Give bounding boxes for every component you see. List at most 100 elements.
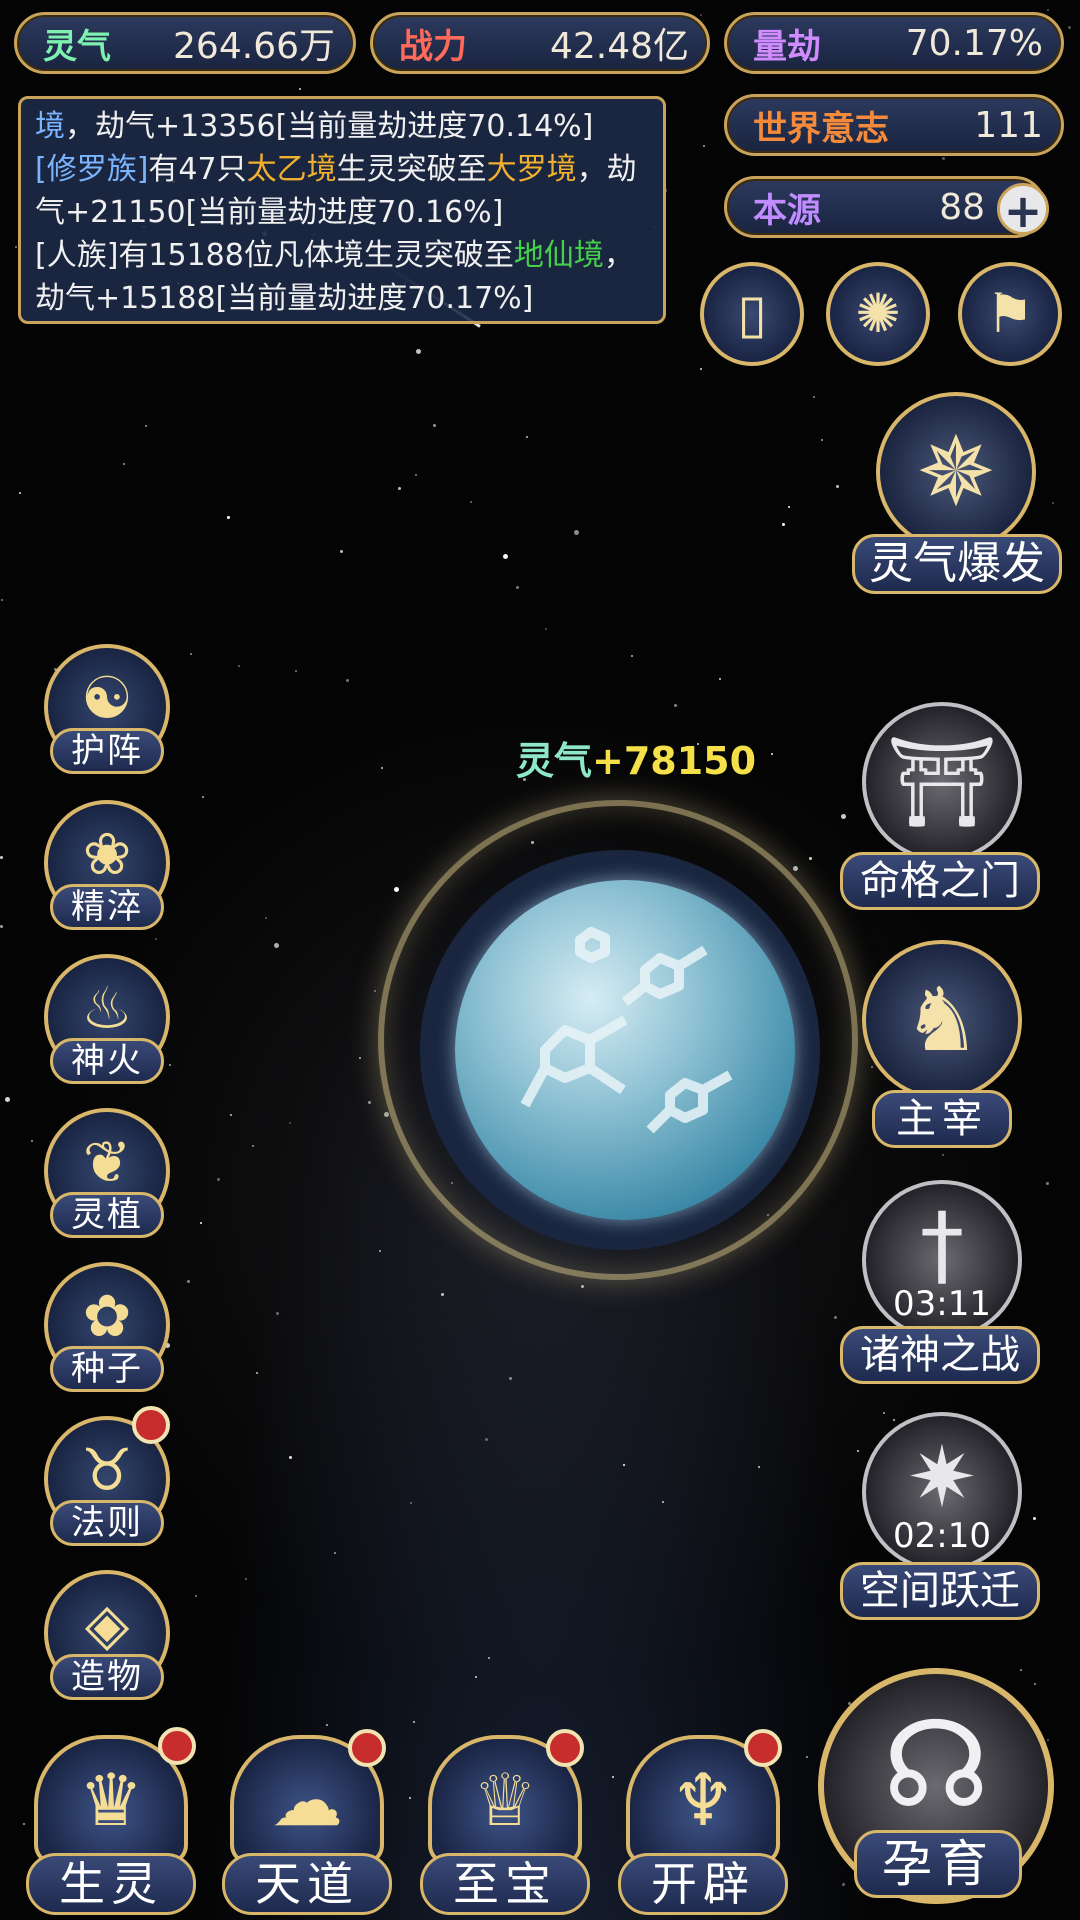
fate-gate-button[interactable]: ⛩ 命格之门 (840, 702, 1040, 912)
star (662, 1501, 664, 1503)
star (809, 857, 812, 860)
star (145, 425, 147, 427)
card-icon: ▯ (737, 282, 767, 345)
star (674, 704, 677, 707)
space-jump-timer: 02:10 (893, 1516, 991, 1556)
star (123, 463, 125, 465)
creation-button[interactable]: ◈ 造物 (44, 1570, 170, 1700)
creatures-tab[interactable]: ♛ 生灵 (26, 1727, 196, 1915)
spirit-plant-button[interactable]: ❦ 灵植 (44, 1108, 170, 1238)
creation-label: 造物 (50, 1654, 164, 1700)
beast-icon: ♉ (81, 1436, 133, 1504)
liangjie-label: 量劫 (753, 26, 821, 67)
refine-label: 精淬 (50, 884, 164, 930)
star (230, 1114, 232, 1116)
star (416, 349, 421, 354)
log-line: 境，劫气+13356[当前量劫进度70.14%] (35, 109, 594, 144)
star (384, 1112, 389, 1117)
benyuan-stat[interactable]: 本源 88 + (724, 176, 1049, 238)
treasure-tab[interactable]: ♕ 至宝 (420, 1729, 590, 1915)
refine-button[interactable]: ❀ 精淬 (44, 800, 170, 930)
star (227, 516, 230, 519)
law-button[interactable]: ♉ 法则 (44, 1406, 170, 1546)
creatures-label: 生灵 (26, 1853, 196, 1915)
vortex-button[interactable]: ✺ (826, 262, 930, 366)
card-button[interactable]: ▯ (700, 262, 804, 366)
star (5, 1097, 10, 1102)
star (326, 1724, 328, 1726)
star (475, 1676, 477, 1678)
star (374, 990, 376, 992)
star (31, 1140, 33, 1142)
heaven-dao-tab[interactable]: ☁ 天道 (222, 1729, 392, 1915)
space-jump-button[interactable]: ✷ 02:10 空间跃迁 (840, 1412, 1040, 1622)
star (394, 887, 399, 892)
lingqi-value: 264.66万 (173, 26, 335, 67)
star (470, 501, 472, 503)
star (359, 1057, 361, 1059)
star (758, 1466, 760, 1468)
star (821, 439, 823, 441)
world-will-stat[interactable]: 世界意志 111 (724, 94, 1064, 156)
star (289, 1456, 292, 1459)
star (1046, 1182, 1049, 1185)
star (623, 1464, 625, 1466)
star (409, 1797, 411, 1799)
star (187, 1280, 190, 1283)
star (379, 1250, 381, 1252)
ruler-button[interactable]: ♞ 主宰 (840, 940, 1040, 1150)
sunburst-icon: ✵ (915, 416, 997, 528)
seed-button[interactable]: ✿ 种子 (44, 1262, 170, 1392)
star (793, 866, 798, 871)
liangjie-stat[interactable]: 量劫 70.17% (724, 12, 1064, 74)
spirit-burst-button[interactable]: ✵ 灵气爆发 (852, 392, 1062, 602)
star (700, 368, 702, 370)
star (612, 1776, 614, 1778)
star (217, 1178, 220, 1181)
formation-button[interactable]: ☯ 护阵 (44, 644, 170, 774)
notification-badge (744, 1729, 782, 1767)
flag-button[interactable]: ⚑ (958, 262, 1062, 366)
add-benyuan-button[interactable]: + (997, 183, 1049, 236)
liangjie-value: 70.17% (905, 22, 1043, 64)
star (265, 917, 267, 919)
star (256, 1372, 258, 1374)
star (581, 1285, 584, 1288)
heaven-dao-label: 天道 (222, 1853, 392, 1915)
star (788, 506, 790, 508)
world-will-label: 世界意志 (753, 108, 889, 149)
star (0, 856, 3, 859)
yin-yang-icon: ☯ (81, 664, 133, 732)
spirit-burst-label: 灵气爆发 (852, 534, 1062, 594)
notification-badge (132, 1406, 170, 1444)
gods-war-button[interactable]: † 03:11 诸神之战 (840, 1180, 1040, 1390)
zhanli-label: 战力 (399, 26, 467, 67)
breed-button[interactable]: ☊ 孕育 (810, 1660, 1066, 1916)
star (782, 523, 785, 526)
star (942, 1154, 944, 1156)
lingqi-stat[interactable]: 灵气 264.66万 (14, 12, 356, 74)
star (346, 679, 349, 682)
benyuan-label: 本源 (753, 190, 821, 231)
event-log: 境，劫气+13356[当前量劫进度70.14%] [修罗族]有47只太乙境生灵突… (18, 96, 666, 324)
develop-tab[interactable]: ♆ 开辟 (618, 1729, 788, 1915)
flower-icon: ✿ (82, 1282, 132, 1350)
fate-gate-label: 命格之门 (840, 852, 1040, 910)
dragon-icon: ♞ (902, 968, 982, 1071)
star (190, 653, 192, 655)
sword-icon: † (920, 1193, 964, 1296)
temple-icon: ⛩ (886, 730, 998, 833)
spirit-plant-label: 灵植 (50, 1192, 164, 1238)
star (488, 1657, 490, 1659)
breed-label: 孕育 (854, 1830, 1022, 1898)
embryo-icon: ☊ (882, 1696, 990, 1835)
star (509, 1377, 512, 1380)
zhanli-stat[interactable]: 战力 42.48亿 (370, 12, 710, 74)
star (19, 492, 21, 494)
plant-icon: ❦ (82, 1128, 132, 1196)
star (299, 88, 301, 90)
star (274, 943, 279, 948)
star (545, 628, 547, 630)
divine-fire-button[interactable]: ♨ 神火 (44, 954, 170, 1084)
world-planet[interactable] (455, 880, 795, 1220)
